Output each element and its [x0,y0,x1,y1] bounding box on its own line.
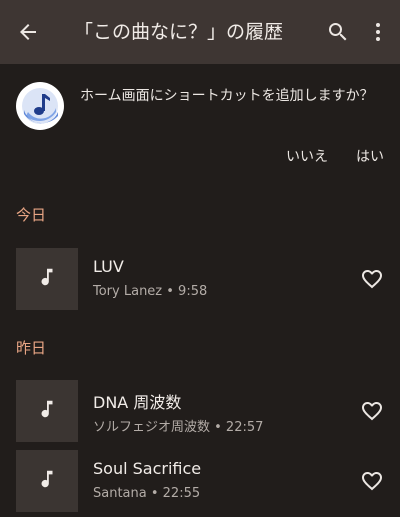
music-note-app-icon [16,82,64,130]
favorite-heart-icon[interactable] [360,469,384,493]
album-art [16,450,78,512]
album-art [16,248,78,310]
app-toolbar: 「この曲なに？」の履歴 [0,0,400,64]
favorite-heart-icon[interactable] [360,267,384,291]
list-item[interactable]: DNA 周波数 ソルフェジオ周波数 • 22:57 [0,380,400,444]
no-button[interactable]: いいえ [286,146,328,166]
more-vert-icon[interactable] [364,16,392,48]
song-title: Soul Sacrifice [93,459,202,478]
list-item[interactable]: Soul Sacrifice Santana • 22:55 [0,450,400,514]
search-icon[interactable] [322,16,354,48]
album-art [16,380,78,442]
song-subtitle: ソルフェジオ周波数 • 22:57 [93,420,264,435]
song-subtitle: Tory Lanez • 9:58 [93,284,208,299]
yes-button[interactable]: はい [356,146,384,166]
section-heading-yesterday: 昨日 [16,339,47,357]
song-subtitle: Santana • 22:55 [93,486,201,501]
section-heading-today: 今日 [16,206,47,224]
list-item[interactable]: LUV Tory Lanez • 9:58 [0,248,400,312]
music-note-icon [36,398,58,424]
shortcut-prompt-text: ホーム画面にショートカットを追加しますか？ [80,88,374,104]
arrow-back-icon[interactable] [12,16,44,48]
music-note-icon [36,468,58,494]
song-title: DNA 周波数 [93,393,182,412]
music-note-icon [36,266,58,292]
favorite-heart-icon[interactable] [360,399,384,423]
song-title: LUV [93,257,124,276]
page-title: 「この曲なに？」の履歴 [74,21,284,43]
